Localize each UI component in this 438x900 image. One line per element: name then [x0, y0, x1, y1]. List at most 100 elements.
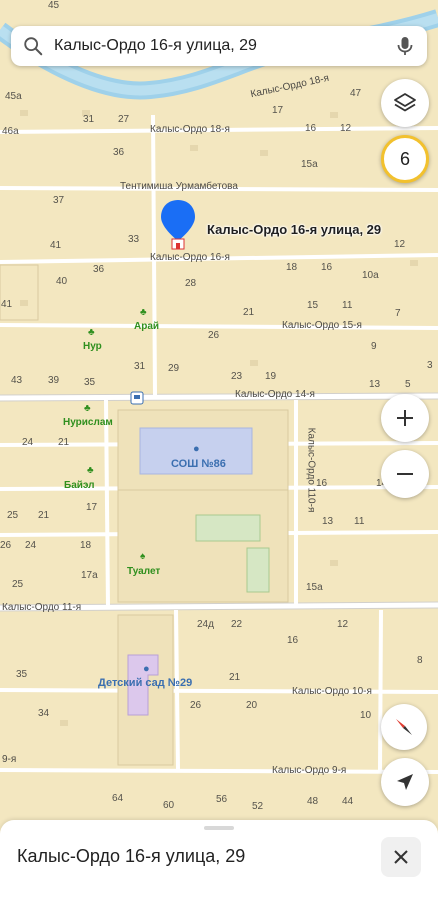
house-number: 10а — [362, 270, 379, 281]
street-label: Тентимиша Урмамбетова — [120, 181, 238, 192]
house-number: 48 — [307, 796, 319, 807]
house-number: 12 — [340, 123, 352, 134]
house-number: 29 — [168, 363, 180, 374]
house-number: 16 — [321, 262, 333, 273]
sheet-drag-handle[interactable] — [204, 826, 234, 830]
house-number: 7 — [395, 308, 401, 319]
street-label: Калыс-Ордо 9-я — [272, 765, 347, 776]
street-label: Калыс-Ордо 14-я — [235, 389, 315, 400]
house-number: 21 — [58, 437, 70, 448]
house-number: 15а — [306, 582, 323, 593]
kindergarten-icon: ● — [143, 663, 150, 675]
poi-kindergarten[interactable]: Детский сад №29 — [98, 678, 192, 689]
house-number: 26 — [190, 700, 202, 711]
house-number: 8 — [417, 655, 423, 666]
poi-icon: ♣ — [87, 465, 94, 476]
house-number: 26 — [0, 540, 12, 551]
house-number: 45а — [5, 91, 22, 102]
house-number: 60 — [163, 800, 175, 811]
house-number: 41 — [1, 299, 13, 310]
layers-button[interactable] — [381, 79, 429, 127]
house-number: 22 — [231, 619, 243, 630]
poi-baiel[interactable]: Байэл — [64, 481, 95, 491]
house-number: 31 — [83, 114, 95, 125]
search-input[interactable]: Калыс-Ордо 16-я улица, 29 — [54, 37, 393, 55]
poi-nur[interactable]: Нур — [83, 342, 102, 352]
poi-icon: ♣ — [88, 327, 95, 338]
house-number: 17 — [86, 502, 98, 513]
house-number: 5 — [405, 379, 411, 390]
house-number: 52 — [252, 801, 264, 812]
zoom-in-button[interactable] — [381, 394, 429, 442]
my-location-button[interactable] — [381, 758, 429, 806]
poi-arai[interactable]: Арай — [134, 322, 159, 332]
street-label: Калыс-Ордо 10-я — [292, 686, 372, 697]
close-button[interactable] — [381, 837, 421, 877]
house-number: 15 — [307, 300, 319, 311]
house-number: 20 — [246, 700, 258, 711]
poi-nurislam[interactable]: Нурислам — [63, 418, 113, 428]
house-number: 16 — [305, 123, 317, 134]
search-icon — [24, 37, 43, 56]
house-number: 9 — [371, 341, 377, 352]
poi-toilet[interactable]: Туалет — [127, 567, 160, 577]
house-number: 13 — [322, 516, 334, 527]
house-number: 47 — [350, 88, 362, 99]
street-label: Калыс-Ордо 110-я — [305, 427, 317, 513]
house-number: 11 — [354, 516, 365, 527]
house-number: 36 — [113, 147, 125, 158]
location-pin[interactable] — [160, 199, 196, 251]
house-number: 18 — [80, 540, 92, 551]
compass-icon — [396, 719, 412, 735]
house-number: 41 — [50, 240, 62, 251]
house-number: 13 — [369, 379, 381, 390]
house-number: 36 — [93, 264, 105, 275]
zoom-out-button[interactable] — [381, 450, 429, 498]
pin-icon — [161, 200, 195, 250]
house-number: 15а — [301, 159, 318, 170]
house-number: 46а — [2, 126, 19, 137]
house-number: 37 — [53, 195, 65, 206]
house-number: 44 — [342, 796, 354, 807]
house-number: 17а — [81, 570, 98, 581]
house-number: 12 — [337, 619, 349, 630]
street-label: Калыс-Ордо 18-я — [150, 124, 230, 135]
school-icon: ● — [193, 443, 200, 455]
map-canvas[interactable]: Калыс-Ордо 18-я Калыс-Ордо 18-я Тентимиш… — [0, 0, 438, 900]
house-number: 28 — [185, 278, 197, 289]
compass-button[interactable] — [381, 704, 427, 750]
poi-icon: ♣ — [140, 307, 147, 318]
house-number: 45 — [48, 0, 60, 11]
house-number: 35 — [84, 377, 96, 388]
toilet-icon: ♠ — [140, 551, 146, 562]
house-number: 35 — [16, 669, 28, 680]
house-number: 25 — [12, 579, 24, 590]
house-number: 40 — [56, 276, 68, 287]
street-label: Калыс-Ордо 11-я — [2, 602, 82, 613]
house-number: 21 — [243, 307, 255, 318]
place-card-sheet[interactable]: Калыс-Ордо 16-я улица, 29 — [0, 820, 438, 900]
microphone-icon[interactable] — [393, 34, 417, 58]
poi-school[interactable]: СОШ №86 — [171, 459, 226, 470]
house-number: 11 — [342, 300, 353, 311]
house-number: 19 — [265, 371, 277, 382]
house-number: 27 — [118, 114, 130, 125]
house-number: 34 — [38, 708, 50, 719]
traffic-level-value: 6 — [399, 148, 410, 169]
house-number: 56 — [216, 794, 228, 805]
house-number: 33 — [128, 234, 140, 245]
search-bar[interactable]: Калыс-Ордо 16-я улица, 29 — [11, 26, 427, 66]
house-number: 43 — [11, 375, 23, 386]
house-number: 39 — [48, 375, 60, 386]
house-number: 23 — [231, 371, 243, 382]
poi-icon: ♣ — [84, 403, 91, 414]
traffic-level-button[interactable]: 6 — [381, 135, 429, 183]
pin-label: Калыс-Ордо 16-я улица, 29 — [207, 222, 382, 237]
street-label: 9-я — [2, 754, 17, 765]
house-number: 25 — [7, 510, 19, 521]
house-number: 16 — [316, 478, 328, 489]
plus-icon — [397, 410, 413, 426]
place-title: Калыс-Ордо 16-я улица, 29 — [17, 846, 246, 866]
house-number: 64 — [112, 793, 124, 804]
house-number: 16 — [287, 635, 299, 646]
